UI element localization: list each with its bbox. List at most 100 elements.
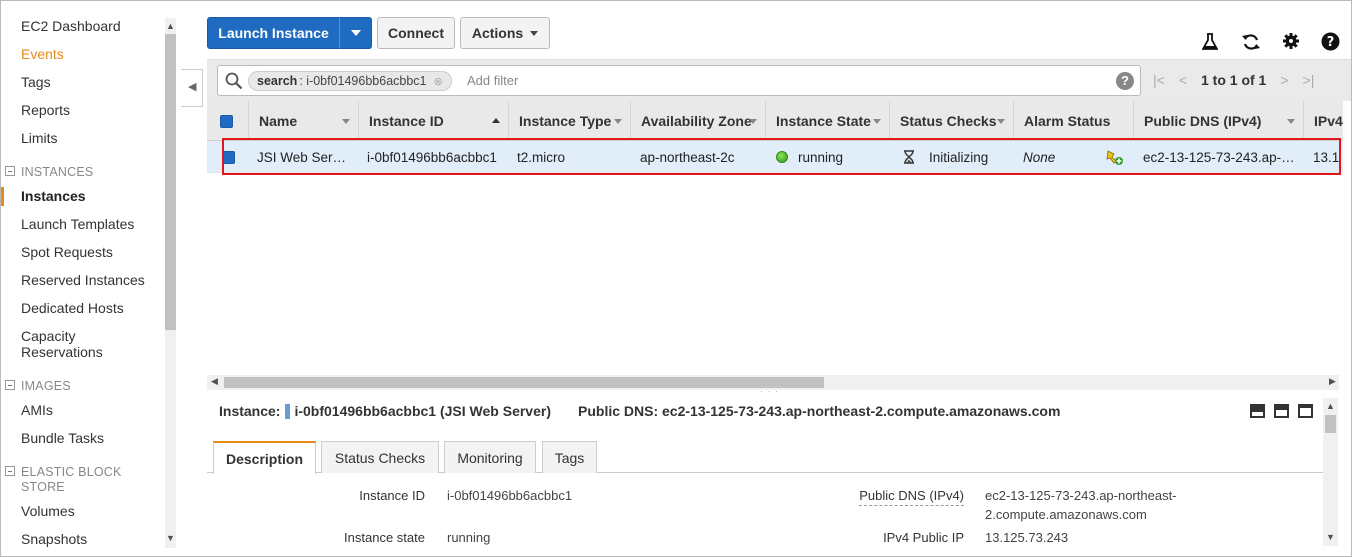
- add-filter-placeholder[interactable]: Add filter: [467, 73, 518, 88]
- sidebar-item-capacity-reservations[interactable]: Capacity Reservations: [21, 328, 103, 360]
- column-header-instance-state[interactable]: Instance State: [766, 101, 890, 141]
- header-label: Availability Zone: [641, 113, 752, 129]
- next-page-icon[interactable]: >: [1280, 72, 1288, 88]
- first-page-icon[interactable]: |<: [1153, 72, 1165, 88]
- sidebar-item-events[interactable]: Events: [21, 46, 64, 62]
- tab-monitoring[interactable]: Monitoring: [444, 441, 536, 473]
- checkbox[interactable]: [220, 114, 233, 128]
- scroll-left-icon[interactable]: ◀: [211, 376, 218, 387]
- header-label: Instance ID: [369, 113, 444, 129]
- grip-icon: · · ·: [760, 386, 779, 396]
- sidebar-item-label: Capacity: [21, 328, 76, 344]
- sidebar-item-instances[interactable]: Instances: [21, 188, 86, 204]
- search-filter-chip[interactable]: search: i-0bf01496bb6acbbc1 ⊗: [248, 71, 452, 91]
- filter-bar: search: i-0bf01496bb6acbbc1 ⊗ Add filter …: [207, 59, 1351, 101]
- detail-instance-title: Instance: i-0bf01496bb6acbbc1 (JSI Web Se…: [219, 403, 551, 419]
- flask-icon[interactable]: [1199, 31, 1221, 53]
- tab-tags[interactable]: Tags: [542, 441, 597, 473]
- tab-status-checks[interactable]: Status Checks: [321, 441, 439, 473]
- column-header-ipv4[interactable]: IPv4: [1304, 101, 1343, 141]
- layout-full-icon[interactable]: [1298, 404, 1313, 418]
- sort-icon: [1287, 119, 1295, 124]
- column-header-instance-id[interactable]: Instance ID: [359, 101, 509, 141]
- collapse-icon: [5, 380, 15, 390]
- header-label: Name: [259, 113, 298, 129]
- collapse-sidebar-button[interactable]: ◀: [181, 69, 203, 107]
- sidebar-item-snapshots[interactable]: Snapshots: [21, 531, 87, 547]
- chevron-left-icon: ◀: [188, 81, 197, 93]
- filter-input[interactable]: search: i-0bf01496bb6acbbc1 ⊗ Add filter …: [217, 65, 1141, 96]
- sidebar-item-ec2-dashboard[interactable]: EC2 Dashboard: [21, 18, 121, 34]
- field-label-ipv4-public-ip: IPv4 Public IP: [883, 530, 964, 545]
- section-label: INSTANCES: [21, 165, 94, 179]
- scroll-up-icon[interactable]: ▲: [166, 21, 175, 31]
- header-label: IPv4: [1314, 113, 1343, 129]
- sidebar-item-spot-requests[interactable]: Spot Requests: [21, 244, 113, 260]
- scrollbar-thumb[interactable]: [165, 34, 176, 330]
- field-value-instance-state: running: [447, 530, 491, 545]
- column-header-alarm-status[interactable]: Alarm Status: [1014, 101, 1134, 141]
- chip-key: search: [257, 74, 298, 88]
- sidebar-item-reserved-instances[interactable]: Reserved Instances: [21, 272, 145, 288]
- sidebar-item-dedicated-hosts[interactable]: Dedicated Hosts: [21, 300, 124, 316]
- gear-icon[interactable]: [1280, 30, 1302, 52]
- page-range: 1 to 1 of 1: [1201, 72, 1267, 88]
- collapse-icon: [5, 466, 15, 476]
- sidebar-item-tags[interactable]: Tags: [21, 74, 51, 90]
- sidebar-item-launch-templates[interactable]: Launch Templates: [21, 216, 134, 232]
- sidebar-section-ebs[interactable]: ELASTIC BLOCK: [5, 465, 121, 480]
- actions-button[interactable]: Actions: [460, 17, 550, 49]
- sidebar-item-volumes[interactable]: Volumes: [21, 503, 75, 519]
- column-header-availability-zone[interactable]: Availability Zone: [631, 101, 766, 141]
- sidebar-item-reports[interactable]: Reports: [21, 102, 70, 118]
- field-label-instance-state: Instance state: [344, 530, 425, 545]
- launch-dropdown-button[interactable]: [339, 17, 372, 49]
- sort-icon: [342, 119, 350, 124]
- dns-value: ec2-13-125-73-243.ap-northeast-2.compute…: [662, 403, 1061, 419]
- sidebar-item-label: Reservations: [21, 344, 103, 360]
- sort-icon: [997, 119, 1005, 124]
- column-header-name[interactable]: Name: [249, 101, 359, 141]
- column-header-public-dns[interactable]: Public DNS (IPv4): [1134, 101, 1304, 141]
- field-value-ipv4-public-ip: 13.125.73.243: [985, 530, 1069, 545]
- last-page-icon[interactable]: >|: [1303, 72, 1315, 88]
- sidebar: EC2 Dashboard Events Tags Reports Limits…: [1, 1, 179, 556]
- scroll-right-icon[interactable]: ▶: [1329, 376, 1336, 387]
- close-icon[interactable]: ⊗: [434, 75, 443, 88]
- sort-icon: [873, 119, 881, 124]
- detail-public-dns: Public DNS: ec2-13-125-73-243.ap-northea…: [578, 403, 1060, 419]
- refresh-icon[interactable]: [1240, 31, 1262, 53]
- help-icon[interactable]: ?: [1319, 30, 1341, 52]
- connect-button[interactable]: Connect: [377, 17, 455, 49]
- layout-half-icon[interactable]: [1274, 404, 1289, 418]
- scrollbar-thumb[interactable]: [224, 377, 824, 388]
- pane-splitter[interactable]: · · ·: [207, 386, 1351, 398]
- detail-vertical-scrollbar[interactable]: ▲ ▼: [1323, 398, 1338, 546]
- highlight-annotation: [222, 138, 1341, 175]
- layout-bottom-icon[interactable]: [1250, 404, 1265, 418]
- header-label: Instance State: [776, 113, 871, 129]
- filter-help-icon[interactable]: ?: [1116, 72, 1134, 90]
- scrollbar-thumb[interactable]: [1325, 415, 1336, 433]
- column-header-instance-type[interactable]: Instance Type: [509, 101, 631, 141]
- scroll-up-icon[interactable]: ▲: [1326, 401, 1335, 411]
- sidebar-section-instances[interactable]: INSTANCES: [5, 165, 93, 180]
- sidebar-section-images[interactable]: IMAGES: [5, 379, 71, 394]
- sidebar-scrollbar[interactable]: ▲ ▼: [163, 18, 178, 548]
- sidebar-item-limits[interactable]: Limits: [21, 130, 58, 146]
- instance-color-mark: [285, 403, 291, 419]
- field-value-instance-id: i-0bf01496bb6acbbc1: [447, 488, 573, 503]
- dns-label: Public DNS:: [578, 403, 659, 419]
- tab-description[interactable]: Description: [213, 441, 316, 474]
- column-header-status-checks[interactable]: Status Checks: [890, 101, 1014, 141]
- sidebar-item-bundle-tasks[interactable]: Bundle Tasks: [21, 430, 104, 446]
- select-all-checkbox[interactable]: [207, 101, 249, 141]
- scroll-down-icon[interactable]: ▼: [166, 533, 175, 543]
- sidebar-section-ebs-line2: STORE: [21, 480, 65, 494]
- scroll-down-icon[interactable]: ▼: [1326, 532, 1335, 542]
- prev-page-icon[interactable]: <: [1179, 72, 1187, 88]
- launch-instance-button[interactable]: Launch Instance: [207, 17, 340, 49]
- header-label: Status Checks: [900, 113, 997, 129]
- ec2-console: EC2 Dashboard Events Tags Reports Limits…: [0, 0, 1352, 557]
- sidebar-item-amis[interactable]: AMIs: [21, 402, 53, 418]
